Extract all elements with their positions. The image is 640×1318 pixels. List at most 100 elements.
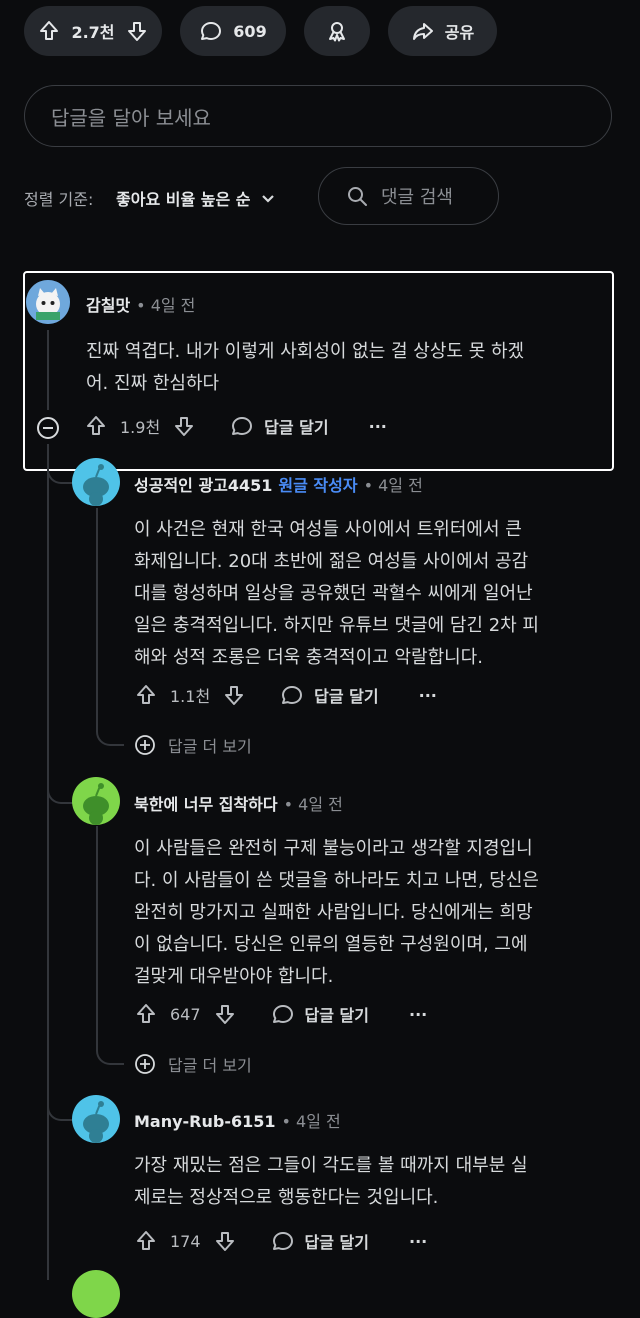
sort-value: 좋아요 비율 높은 순	[116, 190, 251, 209]
downvote-icon[interactable]	[172, 414, 196, 438]
search-icon	[348, 187, 367, 206]
reply-button[interactable]: 답글 달기	[305, 1002, 369, 1026]
snoo-avatar-icon	[72, 777, 120, 825]
thread-branch	[47, 1075, 73, 1121]
thread-line-main	[47, 444, 49, 1280]
vote-count: 647	[170, 1004, 201, 1024]
more-replies-button[interactable]: 답글 더 보기	[134, 1052, 252, 1076]
comment-line: 화제입니다. 20대 초반에 젊은 여성들 사이에서 공감	[134, 551, 529, 572]
vote-count: 1.9천	[120, 418, 161, 437]
upvote-icon[interactable]	[134, 1002, 158, 1026]
collapse-icon[interactable]	[36, 416, 60, 440]
more-replies-label: 답글 더 보기	[168, 1056, 252, 1075]
cat-avatar-icon	[26, 280, 70, 324]
author-name[interactable]: 성공적인 광고4451	[134, 476, 272, 495]
avatar[interactable]	[72, 777, 120, 825]
chevron-down-icon	[262, 195, 275, 203]
downvote-icon[interactable]	[222, 683, 246, 707]
comment-actions: 174 답글 달기 ···	[134, 1229, 427, 1253]
comment-body: 이 사건은 현재 한국 여성들 사이에서 트위터에서 큰 화제입니다. 20대 …	[134, 514, 624, 674]
comment-line: 가장 재밌는 점은 그들이 각도를 볼 때까지 대부분 실	[134, 1155, 528, 1176]
comment-line: 어. 진짜 한심하다	[86, 373, 220, 394]
comment-search-input[interactable]: 댓글 검색	[318, 167, 499, 225]
upvote-icon[interactable]	[134, 683, 158, 707]
thread-line-reply	[96, 508, 98, 728]
comment-author[interactable]: Many-Rub-6151 • 4일 전	[134, 1108, 341, 1132]
reply-bubble-icon[interactable]	[271, 1229, 295, 1253]
thread-branch	[96, 700, 124, 746]
avatar[interactable]	[72, 1095, 120, 1143]
op-badge: 원글 작성자	[278, 476, 358, 495]
avatar[interactable]	[26, 280, 70, 324]
comment-actions: 1.1천 답글 달기 ···	[134, 683, 437, 707]
comment-time: • 4일 전	[283, 795, 343, 814]
more-options-button[interactable]: ···	[369, 417, 387, 436]
reply-button[interactable]: 답글 달기	[305, 1229, 369, 1253]
comment-line: 다. 이 사람들이 쓴 댓글을 하나라도 치고 나면, 당신은	[134, 870, 539, 891]
share-arrow-icon	[412, 23, 433, 40]
comment-search-placeholder: 댓글 검색	[381, 187, 453, 208]
share-button[interactable]: 공유	[388, 6, 497, 56]
reply-bubble-icon[interactable]	[271, 1002, 295, 1026]
upvote-icon[interactable]	[37, 19, 61, 43]
sort-dropdown[interactable]: 좋아요 비율 높은 순	[116, 186, 276, 210]
post-comment-count: 609	[233, 21, 267, 41]
award-icon	[329, 22, 345, 42]
thread-line-main	[47, 330, 49, 410]
comment-line: 제로는 정상적으로 행동한다는 것입니다.	[134, 1187, 439, 1208]
avatar[interactable]	[72, 458, 120, 506]
plus-circle-icon	[135, 735, 155, 755]
author-name[interactable]: 북한에 너무 집착하다	[134, 795, 278, 814]
thread-branch	[47, 444, 73, 484]
reply-bubble-icon[interactable]	[230, 414, 254, 438]
plus-circle-icon	[135, 1054, 155, 1074]
comment-body: 가장 재밌는 점은 그들이 각도를 볼 때까지 대부분 실 제로는 정상적으로 …	[134, 1150, 624, 1214]
comment-line: 이 없습니다. 당신은 인류의 열등한 구성원이며, 그에	[134, 934, 528, 955]
post-vote-count: 2.7천	[71, 23, 115, 42]
comment-line: 이 사람들은 완전히 구제 불능이라고 생각할 지경입니	[134, 838, 533, 859]
vote-pill: 2.7천	[24, 6, 162, 56]
comment-actions: 1.9천 답글 달기 ···	[84, 414, 387, 438]
upvote-icon[interactable]	[134, 1229, 158, 1253]
downvote-icon[interactable]	[125, 19, 149, 43]
more-options-button[interactable]: ···	[409, 1232, 427, 1251]
comment-author[interactable]: 성공적인 광고4451 원글 작성자 • 4일 전	[134, 472, 423, 496]
comment-author[interactable]: 북한에 너무 집착하다 • 4일 전	[134, 791, 343, 815]
author-name[interactable]: Many-Rub-6151	[134, 1112, 276, 1131]
author-name[interactable]: 감칠맛	[86, 296, 130, 315]
reply-bubble-icon[interactable]	[280, 683, 304, 707]
more-replies-label: 답글 더 보기	[168, 737, 252, 756]
comment-author[interactable]: 감칠맛 • 4일 전	[86, 292, 195, 316]
comment-line: 완전히 망가지고 실패한 사람입니다. 당신에게는 희망	[134, 902, 533, 923]
comment-time: • 4일 전	[136, 296, 196, 315]
snoo-avatar-icon	[72, 458, 120, 506]
comment-line: 이 사건은 현재 한국 여성들 사이에서 트위터에서 큰	[134, 519, 522, 540]
downvote-icon[interactable]	[213, 1229, 237, 1253]
vote-count: 174	[170, 1231, 201, 1251]
reply-button[interactable]: 답글 달기	[264, 414, 328, 438]
comment-line: 일은 충격적입니다. 하지만 유튜브 댓글에 담긴 2차 피	[134, 615, 539, 636]
more-options-button[interactable]: ···	[409, 1005, 427, 1024]
comment-line: 해와 성적 조롱은 더욱 충격적이고 악랄합니다.	[134, 647, 483, 668]
comment-line: 걸맞게 대우받아야 합니다.	[134, 966, 334, 987]
thread-branch	[47, 760, 73, 804]
comment-bubble-icon	[201, 22, 222, 40]
award-button[interactable]	[304, 6, 370, 56]
comment-line: 진짜 역겹다. 내가 이렇게 사회성이 없는 걸 상상도 못 하겠	[86, 341, 525, 362]
more-replies-button[interactable]: 답글 더 보기	[134, 733, 252, 757]
thread-branch	[96, 1020, 124, 1065]
more-options-button[interactable]: ···	[419, 686, 437, 705]
vote-count: 1.1천	[170, 687, 211, 706]
reply-input[interactable]: 답글을 달아 보세요	[24, 85, 612, 147]
thread-line-reply	[96, 826, 98, 1046]
reply-button[interactable]: 답글 달기	[314, 683, 378, 707]
reply-input-placeholder: 답글을 달아 보세요	[51, 105, 211, 130]
comments-button[interactable]: 609	[180, 6, 286, 56]
comment-line: 대를 형성하며 일상을 공유했던 곽혈수 씨에게 일어난	[134, 583, 533, 604]
downvote-icon[interactable]	[213, 1002, 237, 1026]
snoo-avatar-icon	[72, 1095, 120, 1143]
avatar[interactable]	[72, 1270, 120, 1318]
comment-actions: 647 답글 달기 ···	[134, 1002, 427, 1026]
upvote-icon[interactable]	[84, 414, 108, 438]
comment-body: 진짜 역겹다. 내가 이렇게 사회성이 없는 걸 상상도 못 하겠 어. 진짜 …	[86, 336, 606, 400]
